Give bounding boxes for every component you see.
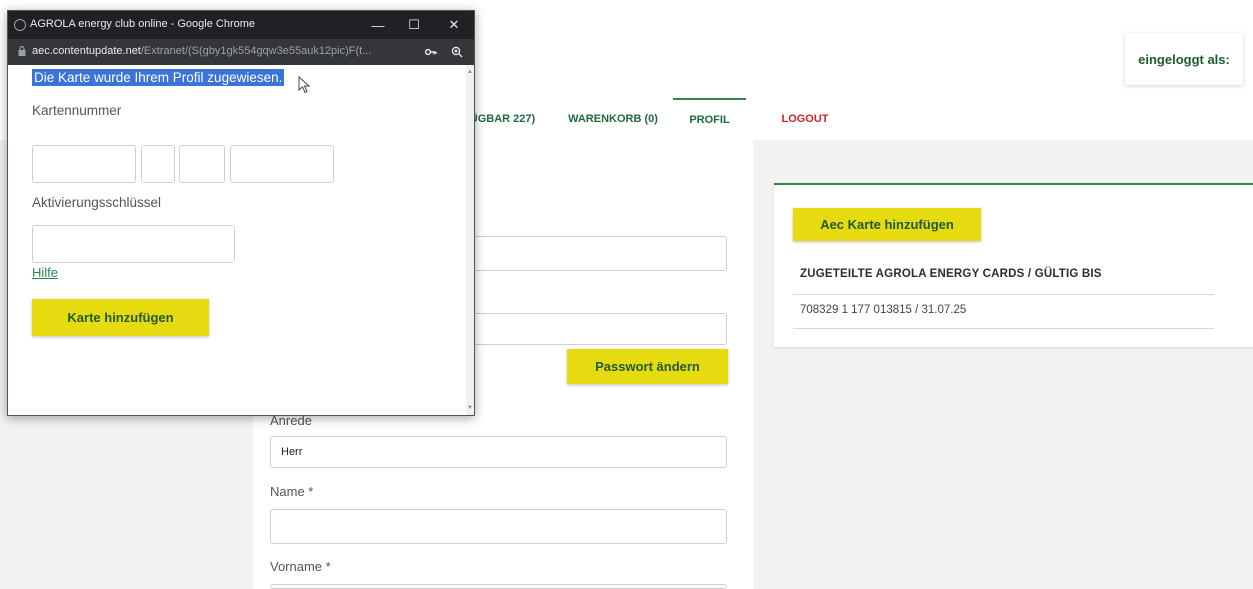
change-password-button[interactable]: Passwort ändern <box>567 349 728 384</box>
minimize-icon[interactable]: — <box>363 13 393 37</box>
globe-icon <box>14 19 26 31</box>
scroll-down-icon[interactable]: ▼ <box>466 403 474 413</box>
popup-window-title: AGROLA energy club online - Google Chrom… <box>30 18 256 30</box>
url-text[interactable]: aec.contentupdate.net/Extranet/(S(gby1gk… <box>32 45 371 57</box>
scroll-up-icon[interactable]: ▲ <box>466 67 474 77</box>
add-aec-card-button[interactable]: Aec Karte hinzufügen <box>793 208 981 241</box>
mouse-cursor-icon <box>298 76 311 94</box>
aktivierung-label: Aktivierungsschlüssel <box>32 195 162 210</box>
anrede-field[interactable]: Herr <box>270 436 727 468</box>
popup-window: AGROLA energy club online - Google Chrom… <box>7 10 475 416</box>
popup-scrollbar[interactable]: ▲ ▼ <box>466 65 474 415</box>
lock-icon <box>18 46 26 56</box>
card-number-part-3[interactable] <box>179 145 225 183</box>
card-number-part-1[interactable] <box>32 145 136 183</box>
card-number-part-2[interactable] <box>141 145 175 183</box>
card-number-part-4[interactable] <box>230 145 334 183</box>
vorname-label: Vorname * <box>270 559 331 574</box>
card-row: 708329 1 177 013815 / 31.07.25 <box>800 304 967 316</box>
zoom-icon[interactable] <box>448 43 466 61</box>
vorname-field[interactable] <box>270 584 727 589</box>
cards-table-divider <box>793 328 1214 329</box>
cards-table-heading: ZUGETEILTE AGROLA ENERGY CARDS / GÜLTIG … <box>800 268 1102 280</box>
tab-logout[interactable]: LOGOUT <box>770 98 840 140</box>
maximize-icon[interactable]: ☐ <box>399 13 429 37</box>
name-label: Name * <box>270 484 314 499</box>
kartennummer-label: Kartennummer <box>32 103 122 118</box>
cards-table-divider <box>793 294 1214 295</box>
address-bar[interactable]: aec.contentupdate.net/Extranet/(S(gby1gk… <box>8 39 474 65</box>
add-card-button[interactable]: Karte hinzufügen <box>32 299 209 336</box>
tab-warenkorb[interactable]: WARENKORB (0) <box>560 98 666 140</box>
close-icon[interactable]: ✕ <box>439 13 469 37</box>
name-field[interactable] <box>270 509 727 544</box>
success-message: Die Karte wurde Ihrem Profil zugewiesen. <box>32 69 285 86</box>
help-link[interactable]: Hilfe <box>32 265 58 280</box>
key-icon[interactable] <box>422 43 440 61</box>
tab-profil[interactable]: PROFIL <box>673 98 746 140</box>
popup-titlebar: AGROLA energy club online - Google Chrom… <box>8 11 474 39</box>
login-status-box: eingeloggt als: <box>1125 33 1243 85</box>
activation-key-field[interactable] <box>32 225 235 263</box>
